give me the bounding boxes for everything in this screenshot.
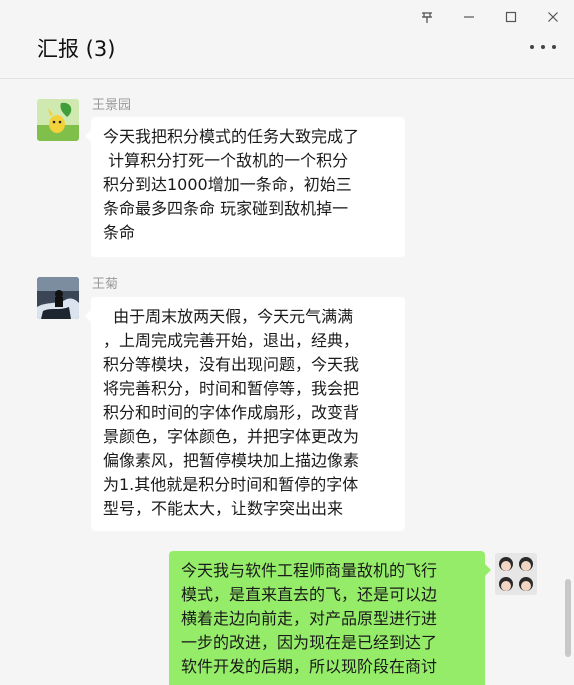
message-bubble[interactable]: 今天我与软件工程师商量敌机的飞行 模式，是直来直去的飞，还是可以边 横着走边向前… [169, 551, 491, 685]
avatar[interactable] [37, 277, 79, 319]
message-bubble[interactable]: 今天我把积分模式的任务大致完成了 计算积分打死一个敌机的一个积分 积分到达100… [85, 117, 405, 257]
close-icon[interactable] [532, 0, 574, 34]
chat-title: 汇报 (3) [37, 37, 116, 61]
sender-name: 王景园 [92, 98, 132, 113]
message-list[interactable]: 王景园 今天我把积分模式的任务大致完成了 计算积分打死一个敌机的一个积分 积分到… [0, 79, 574, 685]
minimize-icon[interactable] [448, 0, 490, 34]
message-bubble[interactable]: 由于周末放两天假，今天元气满满 ，上周完成完善开始，退出，经典， 积分等模块，没… [85, 297, 405, 531]
window-controls [406, 0, 574, 34]
scrollbar[interactable] [565, 579, 571, 657]
sender-name: 王菊 [92, 277, 119, 292]
avatar[interactable] [37, 99, 79, 141]
title-bar: 汇报 (3) [0, 0, 574, 79]
pin-icon[interactable] [406, 0, 448, 34]
chat-window: 汇报 (3) 王景园 今天我把积分模式的任务大致完成了 计算积分打死一个敌机的一… [0, 0, 574, 685]
more-icon[interactable] [530, 42, 556, 52]
maximize-icon[interactable] [490, 0, 532, 34]
avatar[interactable] [495, 553, 537, 595]
